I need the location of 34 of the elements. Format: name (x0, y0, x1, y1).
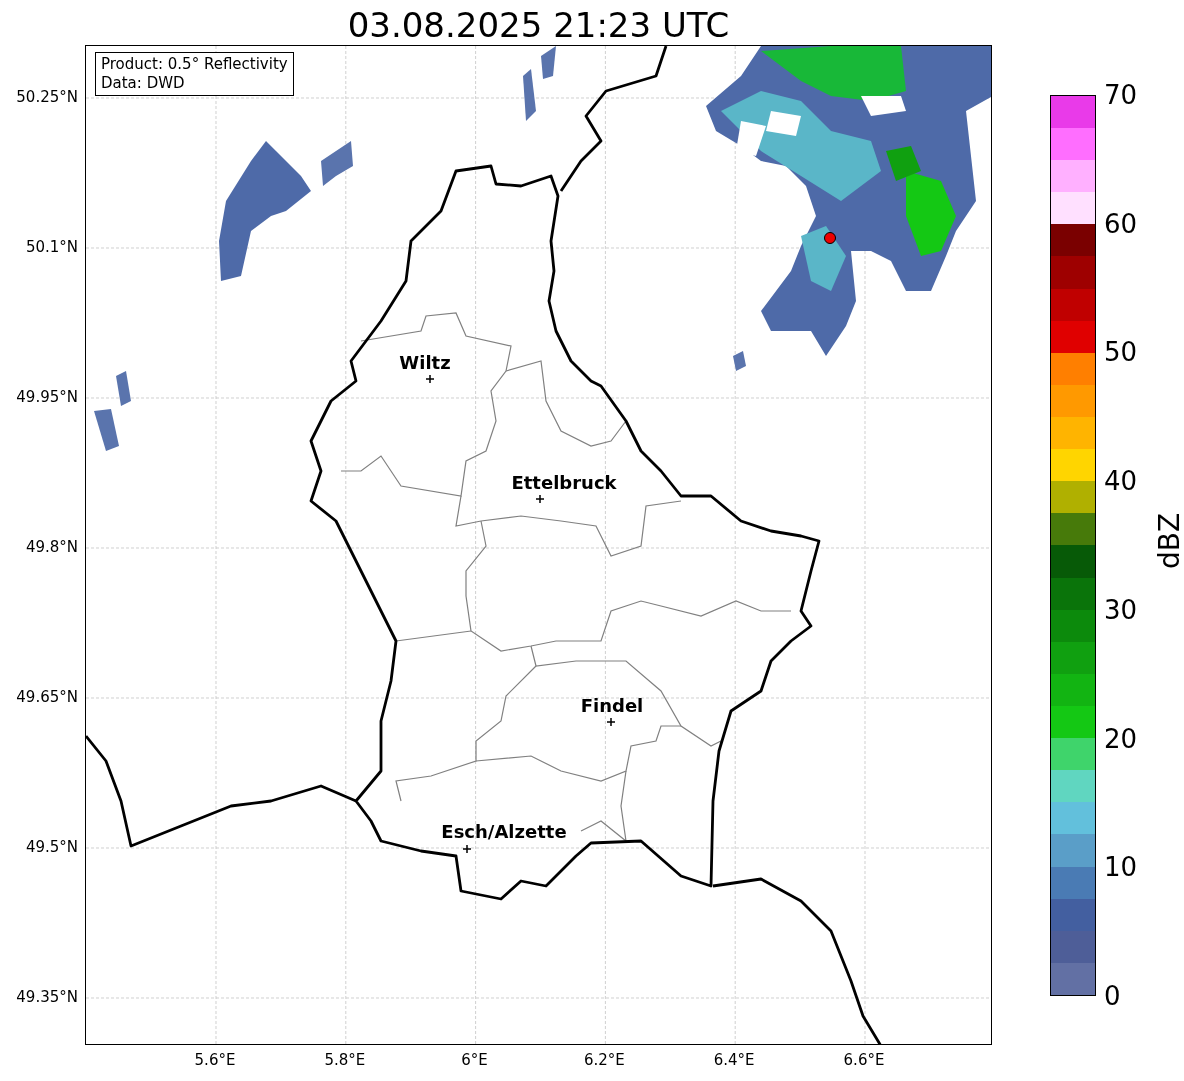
colorbar-tick-label: 70 (1104, 80, 1138, 110)
longitude-label: 5.6°E (194, 1051, 236, 1069)
latitude-label: 49.35°N (16, 988, 78, 1006)
city-marker-icon (463, 845, 471, 853)
latitude-label: 49.5°N (25, 838, 78, 856)
colorbar-tick-label: 10 (1104, 852, 1138, 883)
latitude-label: 50.25°N (16, 88, 78, 106)
latitude-label: 49.65°N (16, 688, 78, 706)
colorbar-label: dBZ (1154, 512, 1184, 570)
city-label: Wiltz (399, 353, 451, 373)
latitude-label: 50.1°N (25, 238, 78, 256)
info-text: Product: 0.5° Reflectivity (101, 55, 288, 74)
longitude-label: 5.8°E (324, 1051, 366, 1069)
latitude-label: 49.95°N (16, 388, 78, 406)
colorbar-tick-label: 20 (1104, 723, 1138, 754)
chart-title: 03.08.2025 21:23 UTC (347, 5, 730, 45)
city-label: Findel (580, 696, 644, 716)
longitude-label: 6°E (461, 1051, 488, 1069)
longitude-label: 6.4°E (713, 1051, 755, 1069)
city-marker-icon (536, 495, 544, 503)
colorbar-tick-label: 30 (1104, 594, 1138, 625)
colorbar-tick-label: 40 (1104, 466, 1138, 497)
city-label: Ettelbruck (511, 473, 617, 493)
colorbar-tick-label: 50 (1104, 337, 1138, 368)
colorbar-tick-label: 0 (1104, 981, 1121, 1011)
city-marker-icon (426, 375, 434, 383)
longitude-label: 6.2°E (583, 1051, 625, 1069)
city-label: Esch/Alzette (441, 822, 567, 842)
info-text: Data: DWD (101, 74, 186, 93)
longitude-label: 6.6°E (843, 1051, 885, 1069)
latitude-label: 49.8°N (25, 538, 78, 556)
colorbar-tick-label: 60 (1104, 208, 1138, 239)
city-marker-icon (607, 718, 615, 726)
radar-site-icon (824, 232, 836, 244)
